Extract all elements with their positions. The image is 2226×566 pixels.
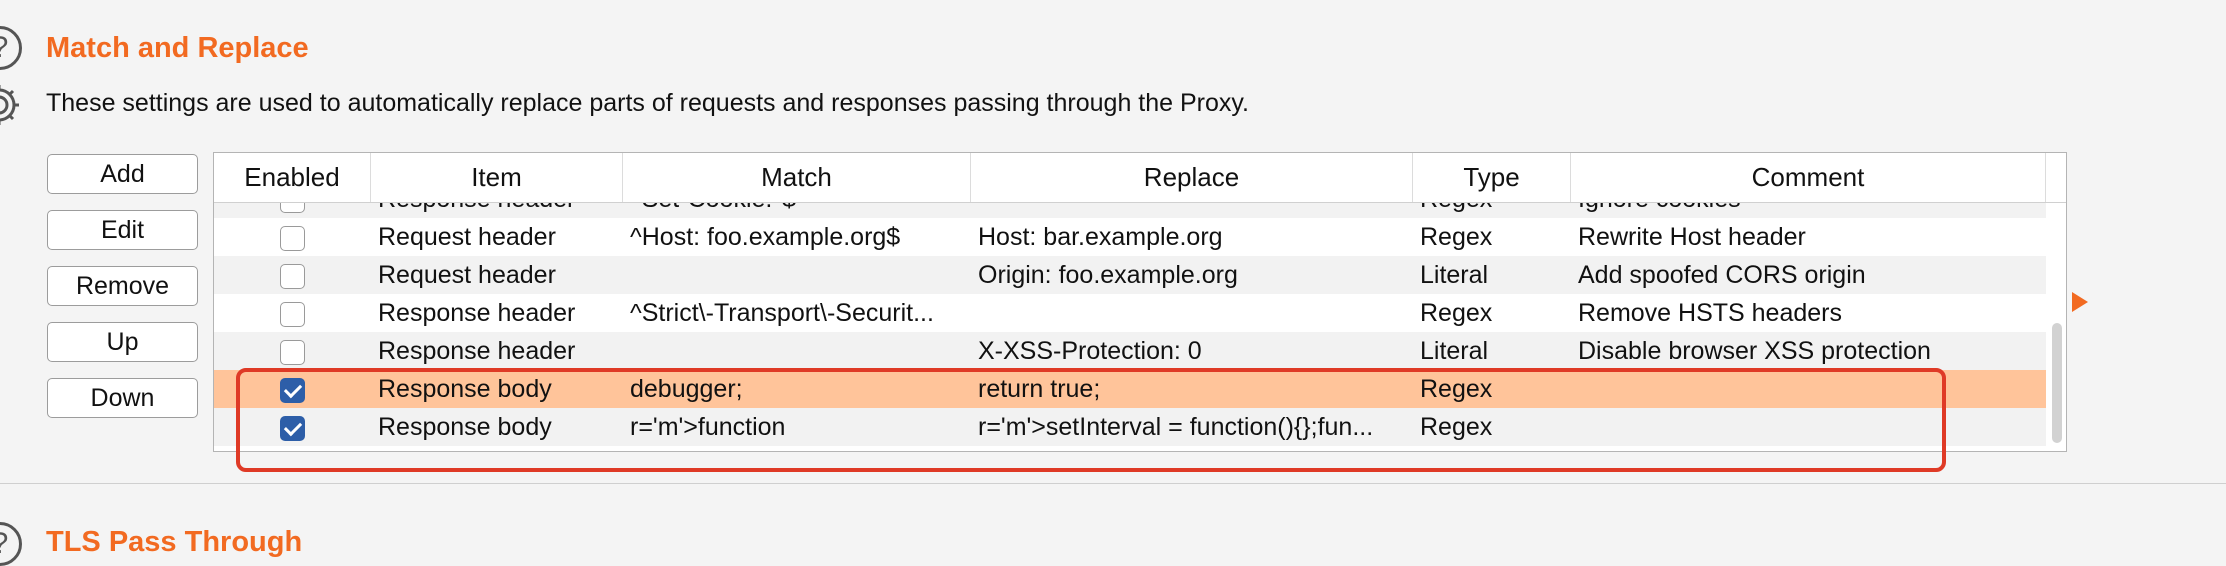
edit-button[interactable]: Edit <box>47 210 198 250</box>
table-row[interactable]: Response header ^Set-Cookie.*$ Regex Ign… <box>214 202 2046 218</box>
cell-item: Response header <box>378 299 576 327</box>
cell-replace <box>971 202 1413 218</box>
table-row[interactable]: Request header Origin: foo.example.org L… <box>214 256 2046 294</box>
cell-comment: Remove HSTS headers <box>1578 299 1843 327</box>
cell-match: ^Strict\-Transport\-Securit... <box>630 299 934 327</box>
column-header-comment[interactable]: Comment <box>1571 153 2046 202</box>
gear-icon[interactable] <box>0 80 24 130</box>
cell-comment: Disable browser XSS protection <box>1578 337 1931 365</box>
cell-match: ^Host: foo.example.org$ <box>630 223 901 251</box>
section-title-tls-pass-through: TLS Pass Through <box>46 526 303 558</box>
add-button[interactable]: Add <box>47 154 198 194</box>
enabled-checkbox[interactable] <box>280 264 305 289</box>
cell-item: Request header <box>378 223 556 251</box>
cell-replace: X-XSS-Protection: 0 <box>978 337 1202 365</box>
section-description: These settings are used to automatically… <box>46 89 1249 117</box>
up-button[interactable]: Up <box>47 322 198 362</box>
cell-match: ^Set-Cookie.*$ <box>623 202 971 218</box>
remove-button[interactable]: Remove <box>47 266 198 306</box>
enabled-checkbox[interactable] <box>280 202 305 213</box>
table-row[interactable]: Request header ^Host: foo.example.org$ H… <box>214 218 2046 256</box>
column-header-item[interactable]: Item <box>371 153 623 202</box>
cell-item: Request header <box>378 261 556 289</box>
expand-arrow-icon[interactable] <box>2072 292 2088 312</box>
help-icon[interactable]: ? <box>0 522 22 566</box>
help-icon[interactable]: ? <box>0 26 22 70</box>
cell-replace: Origin: foo.example.org <box>978 261 1238 289</box>
cell-type: Regex <box>1420 299 1493 327</box>
table-row[interactable]: Response header X-XSS-Protection: 0 Lite… <box>214 332 2046 370</box>
column-header-enabled[interactable]: Enabled <box>214 153 371 202</box>
enabled-checkbox[interactable] <box>280 340 305 365</box>
section-title-match-replace: Match and Replace <box>46 32 309 64</box>
column-header-replace[interactable]: Replace <box>971 153 1413 202</box>
cell-replace <box>971 294 1413 332</box>
enabled-checkbox[interactable] <box>280 302 305 327</box>
cell-replace: Host: bar.example.org <box>978 223 1223 251</box>
cell-match <box>623 256 971 294</box>
vertical-scrollbar[interactable] <box>2052 323 2062 443</box>
cell-type: Regex <box>1413 202 1571 218</box>
table-row[interactable]: Response header ^Strict\-Transport\-Secu… <box>214 294 2046 332</box>
cell-item: Response header <box>378 337 576 365</box>
column-header-match[interactable]: Match <box>623 153 971 202</box>
cell-comment: Rewrite Host header <box>1578 223 1806 251</box>
cell-match <box>623 332 971 370</box>
cell-comment: Add spoofed CORS origin <box>1578 261 1866 289</box>
cell-item: Response header <box>371 202 623 218</box>
section-divider <box>0 483 2226 484</box>
table-header: Enabled Item Match Replace Type Comment <box>214 153 2066 203</box>
down-button[interactable]: Down <box>47 378 198 418</box>
cell-type: Regex <box>1420 223 1493 251</box>
cell-type: Literal <box>1420 337 1489 365</box>
cell-comment: Ignore cookies <box>1571 202 2046 218</box>
annotation-highlight-box <box>236 368 1946 472</box>
enabled-checkbox[interactable] <box>280 226 305 251</box>
column-header-type[interactable]: Type <box>1413 153 1571 202</box>
cell-type: Literal <box>1420 261 1489 289</box>
